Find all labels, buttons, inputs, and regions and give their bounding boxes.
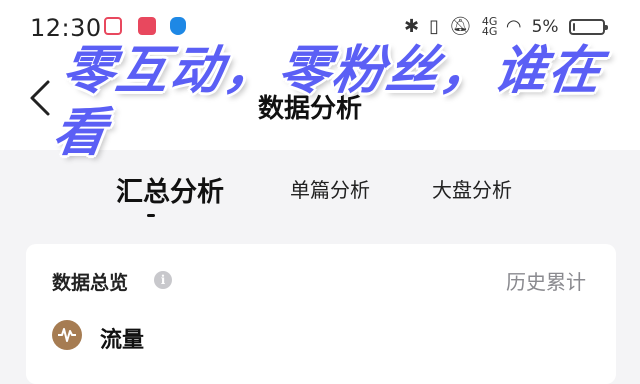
tab-summary[interactable]: 汇总分析	[116, 170, 224, 209]
tab-bar: 汇总分析 单篇分析 大盘分析	[0, 160, 640, 230]
mute-icon: 🔕︎	[449, 16, 472, 37]
info-icon[interactable]: i	[154, 271, 172, 289]
system-icons: ✱ ▯ 🔕︎ 4G 4G ◠ 5%	[404, 16, 608, 38]
overview-card: 数据总览 i 历史累计 流量	[26, 244, 616, 384]
signal-icon: 4G 4G	[481, 16, 498, 38]
signal-label-2: 4G	[481, 25, 498, 38]
battery-fill	[572, 23, 575, 31]
waveform-glyph	[58, 328, 76, 342]
vibrate-icon: ▯	[429, 16, 439, 37]
tab-market[interactable]: 大盘分析	[432, 174, 512, 203]
chevron-left-icon	[30, 80, 50, 116]
screen-record-icon	[104, 17, 122, 35]
status-time: 12:30	[30, 14, 102, 42]
wifi-icon: ◠	[505, 16, 522, 37]
tab-single-article[interactable]: 单篇分析	[290, 174, 370, 203]
shield-icon	[170, 17, 186, 35]
battery-percent: 5%	[531, 17, 559, 37]
traffic-section-label: 流量	[100, 328, 145, 353]
back-button[interactable]	[26, 78, 56, 118]
active-tab-indicator	[147, 214, 155, 217]
overlay-caption: 零互动，零粉丝，谁在看	[49, 41, 607, 163]
battery-icon	[568, 19, 608, 35]
history-cumulative-button[interactable]: 历史累计	[506, 266, 586, 295]
shopping-bag-icon	[138, 17, 156, 35]
overview-title: 数据总览	[52, 272, 129, 294]
bluetooth-icon: ✱	[404, 16, 420, 37]
waveform-icon	[52, 320, 82, 350]
